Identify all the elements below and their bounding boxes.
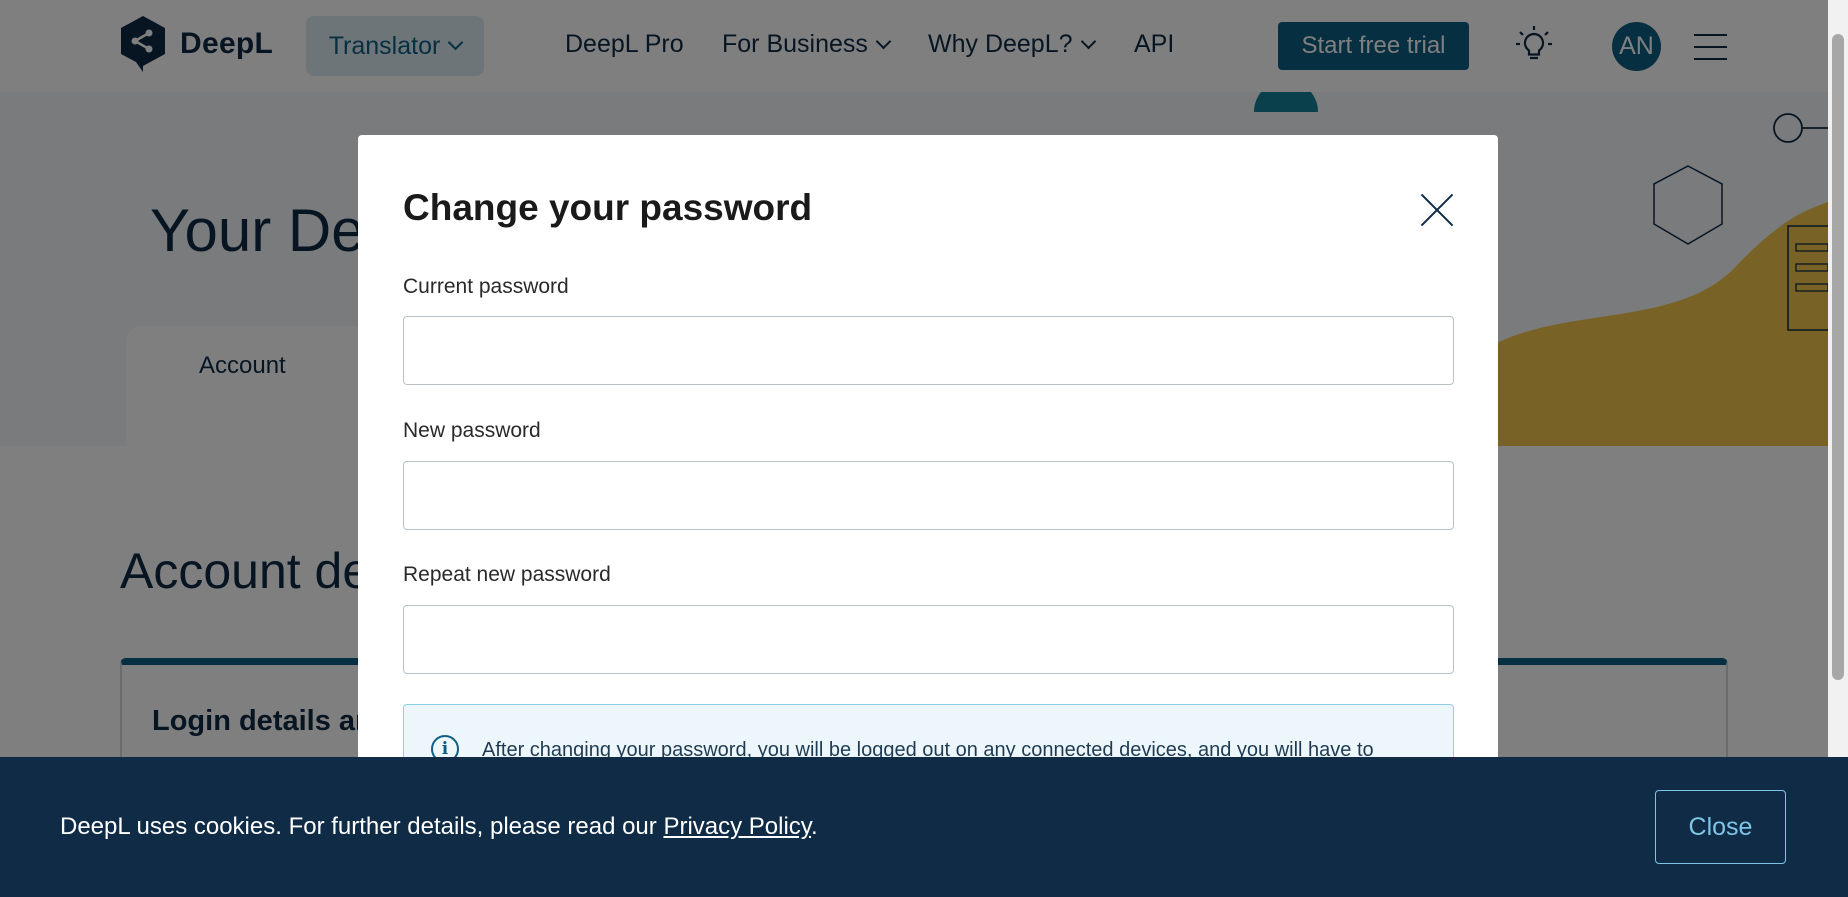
- repeat-password-label: Repeat new password: [403, 563, 611, 586]
- cookie-text: DeepL uses cookies. For further details,…: [60, 813, 664, 840]
- current-password-label: Current password: [403, 275, 569, 298]
- cookie-banner: DeepL uses cookies. For further details,…: [0, 757, 1848, 897]
- cookie-message: DeepL uses cookies. For further details,…: [60, 813, 818, 841]
- privacy-policy-link[interactable]: Privacy Policy: [663, 813, 811, 840]
- cookie-text-end: .: [811, 813, 818, 840]
- new-password-input[interactable]: [403, 461, 1454, 530]
- dialog-title: Change your password: [403, 187, 813, 228]
- repeat-password-input[interactable]: [403, 605, 1454, 674]
- close-icon[interactable]: [1420, 193, 1454, 227]
- cookie-close-button[interactable]: Close: [1655, 790, 1786, 864]
- scrollbar-thumb[interactable]: [1832, 34, 1844, 680]
- current-password-input[interactable]: [403, 316, 1454, 385]
- new-password-label: New password: [403, 419, 541, 442]
